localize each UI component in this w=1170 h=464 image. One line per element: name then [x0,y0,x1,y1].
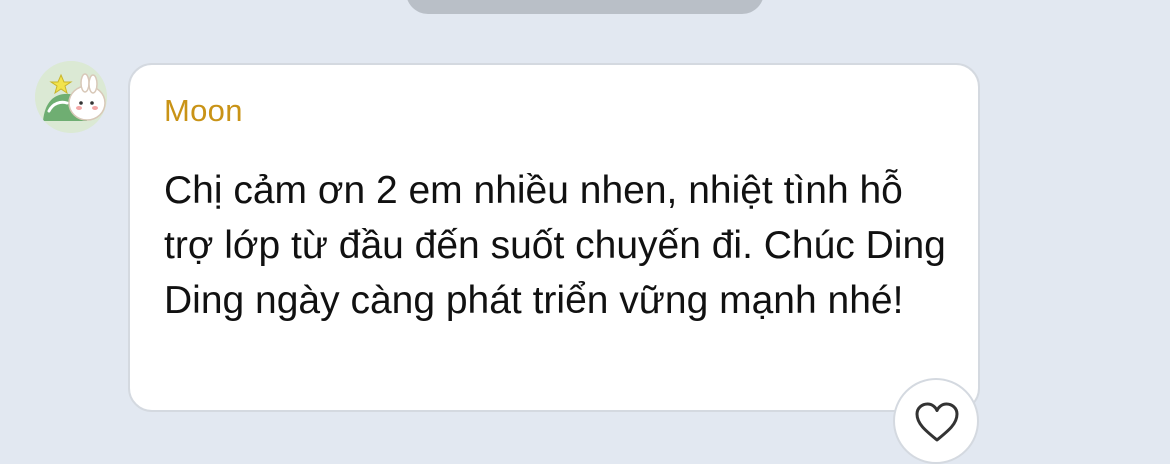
sender-avatar[interactable] [35,61,107,133]
sender-name: Moon [164,93,243,128]
reaction-button[interactable] [893,378,979,464]
message-bubble[interactable]: Moon Chị cảm ơn 2 em nhiều nhen, nhiệt t… [128,63,980,412]
message-text: Chị cảm ơn 2 em nhiều nhen, nhiệt tình h… [164,169,946,322]
avatar-image [35,61,107,133]
previous-message-bubble-edge [406,0,764,14]
heart-icon [915,402,959,442]
